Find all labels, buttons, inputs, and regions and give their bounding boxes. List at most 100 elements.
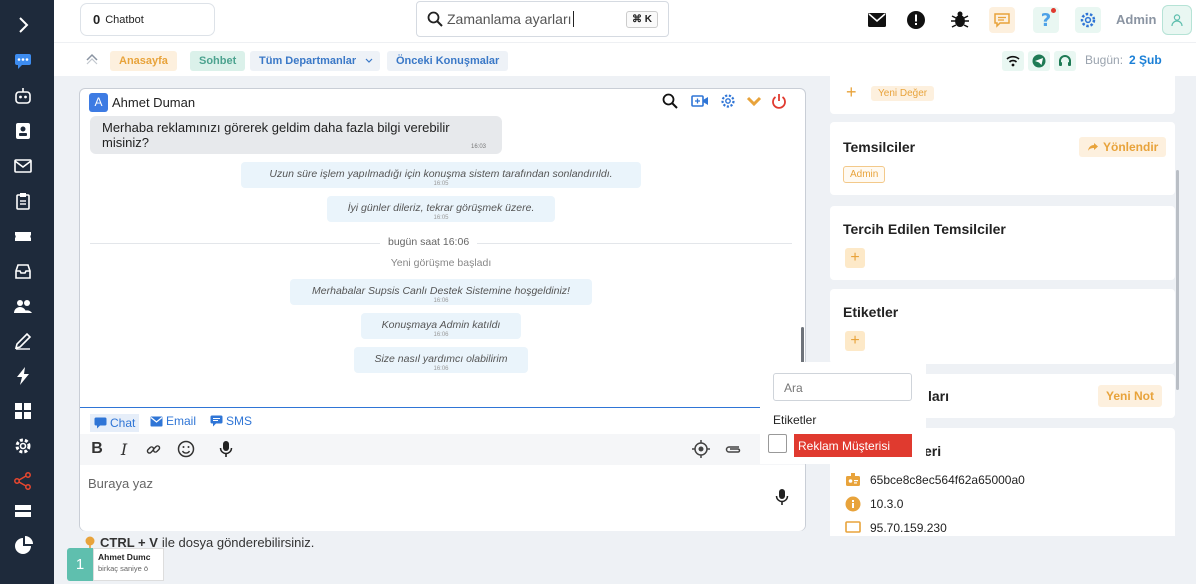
bold-icon[interactable]: B (87, 439, 107, 459)
tag-checkbox[interactable] (768, 434, 787, 453)
chevron-up-icon[interactable] (85, 51, 99, 70)
emoji-icon[interactable] (176, 439, 196, 459)
headset-icon[interactable] (1054, 51, 1076, 71)
chevron-right-icon[interactable] (12, 14, 34, 36)
wifi-icon[interactable] (1002, 51, 1024, 71)
attachment-icon[interactable] (723, 439, 743, 459)
search-value: Zamanlama ayarları (447, 11, 572, 27)
grid-icon[interactable] (12, 400, 34, 422)
new-value-button[interactable]: Yeni Değer (871, 86, 935, 101)
alert-icon[interactable] (903, 7, 929, 33)
tab-previous-conversations[interactable]: Önceki Konuşmalar (387, 51, 509, 71)
inbox-icon[interactable] (12, 260, 34, 282)
tag-option-advertising-customer[interactable]: Reklam Müşterisi (794, 434, 912, 457)
tab-chat[interactable]: Sohbet (190, 51, 246, 71)
lightning-icon[interactable] (12, 365, 34, 387)
add-preferred-representative-button[interactable]: + (845, 248, 865, 268)
add-tag-button[interactable]: + (845, 331, 865, 351)
chevron-down-icon[interactable] (744, 91, 764, 111)
ticket-icon[interactable] (12, 225, 34, 247)
contact-card-icon[interactable] (12, 120, 34, 142)
notes-title: ları (928, 388, 950, 404)
search-shortcut: ⌘ K (626, 11, 658, 28)
admin-label[interactable]: Admin (1116, 12, 1156, 27)
settings-icon[interactable] (12, 435, 34, 457)
chatbot-count: 0 (93, 12, 101, 27)
chatbot-counter[interactable]: 0 Chatbot (80, 3, 215, 36)
visitor-count: 1 (67, 548, 93, 581)
contact-initial: A (89, 92, 108, 112)
link-icon[interactable] (143, 439, 163, 459)
visitor-status: birkaç saniye ö (98, 564, 149, 573)
bug-icon[interactable] (947, 7, 973, 33)
tab-home[interactable]: Anasayfa (110, 51, 177, 71)
top-header: 0 Chatbot Zamanlama ayarları ⌘ K ? Admin (54, 0, 1196, 42)
power-icon[interactable] (769, 91, 789, 111)
tab-sms-channel[interactable]: SMS (210, 414, 252, 428)
system-message: Konuşmaya Admin katıldı 16:06 (361, 313, 521, 339)
share-icon[interactable] (12, 470, 34, 492)
italic-icon[interactable]: I (114, 439, 134, 459)
chat-icon[interactable] (12, 50, 34, 72)
chat-scrollbar[interactable] (801, 327, 804, 363)
redirect-label: Yönlendir (1103, 140, 1159, 154)
plus-icon[interactable]: + (846, 82, 857, 103)
info-ip-value: 95.70.159.230 (870, 520, 947, 535)
tab-email-channel[interactable]: Email (150, 414, 196, 428)
edit-icon[interactable] (12, 330, 34, 352)
department-select[interactable]: Tüm Departmanlar (250, 51, 381, 71)
tags-title: Etiketler (843, 304, 899, 320)
visitor-info-title: eri (924, 443, 942, 459)
help-icon[interactable]: ? (1033, 7, 1059, 33)
new-conversation-label: Yeni görüşme başladı (390, 257, 492, 269)
pie-chart-icon[interactable] (12, 535, 34, 557)
left-sidebar (0, 0, 54, 584)
video-call-icon[interactable] (690, 91, 710, 111)
chat-contact-header: A Ahmet Duman (89, 92, 195, 112)
representatives-card: Temsilciler Yönlendir Admin (830, 122, 1175, 195)
today-indicator: Bugün: 2 Şub (1085, 53, 1162, 67)
representatives-title: Temsilciler (843, 139, 916, 155)
visitor-name: Ahmet Dumc (98, 552, 151, 562)
contact-name[interactable]: Ahmet Duman (112, 95, 195, 110)
microphone-icon[interactable] (775, 488, 789, 511)
sms-icon (210, 415, 223, 427)
tags-card: Etiketler + (830, 289, 1175, 364)
tab-chat-channel[interactable]: Chat (90, 414, 140, 432)
tag-search-input[interactable]: Ara (773, 373, 912, 401)
new-note-button[interactable]: Yeni Not (1098, 385, 1163, 407)
right-panel-scrollbar[interactable] (1176, 170, 1179, 390)
message-input[interactable]: Buraya yaz (88, 476, 153, 491)
mail-icon[interactable] (12, 155, 34, 177)
preferred-representatives-card: Tercih Edilen Temsilciler + (830, 206, 1175, 280)
system-message: Size nasıl yardımcı olabilirim 16:06 (354, 347, 528, 373)
active-visitor-chip[interactable]: 1 Ahmet Dumc birkaç saniye ö (67, 548, 164, 581)
robot-icon[interactable] (12, 85, 34, 107)
clipboard-icon[interactable] (12, 190, 34, 212)
date-divider-label: bugün saat 16:06 (380, 236, 478, 248)
feedback-icon[interactable] (989, 7, 1015, 33)
mail-icon (150, 416, 163, 426)
search-icon (427, 11, 443, 27)
gear-icon[interactable] (1075, 7, 1101, 33)
info-row-id: 65bce8c8ec564f62a65000a0 (844, 471, 1025, 488)
redirect-icon (1088, 143, 1098, 151)
representative-badge[interactable]: Admin (843, 166, 886, 183)
mail-icon[interactable] (864, 7, 890, 33)
users-icon[interactable] (12, 295, 34, 317)
server-icon[interactable] (12, 500, 34, 522)
today-label: Bugün: (1085, 53, 1124, 67)
microphone-icon[interactable] (216, 439, 236, 459)
info-version-value: 10.3.0 (870, 496, 904, 511)
tab-email-label: Email (166, 414, 197, 428)
chatbot-label: Chatbot (105, 13, 144, 26)
tag-dropdown: Ara Etiketler Reklam Müşterisi (760, 362, 926, 464)
search-input[interactable]: Zamanlama ayarları ⌘ K (416, 1, 669, 37)
avatar[interactable] (1162, 5, 1192, 35)
gear-icon[interactable] (718, 91, 738, 111)
search-icon[interactable] (660, 91, 680, 111)
location-target-icon[interactable] (691, 439, 711, 459)
telegram-icon[interactable] (1028, 51, 1050, 71)
redirect-button[interactable]: Yönlendir (1079, 137, 1167, 157)
tab-chat-label: Chat (110, 416, 136, 430)
